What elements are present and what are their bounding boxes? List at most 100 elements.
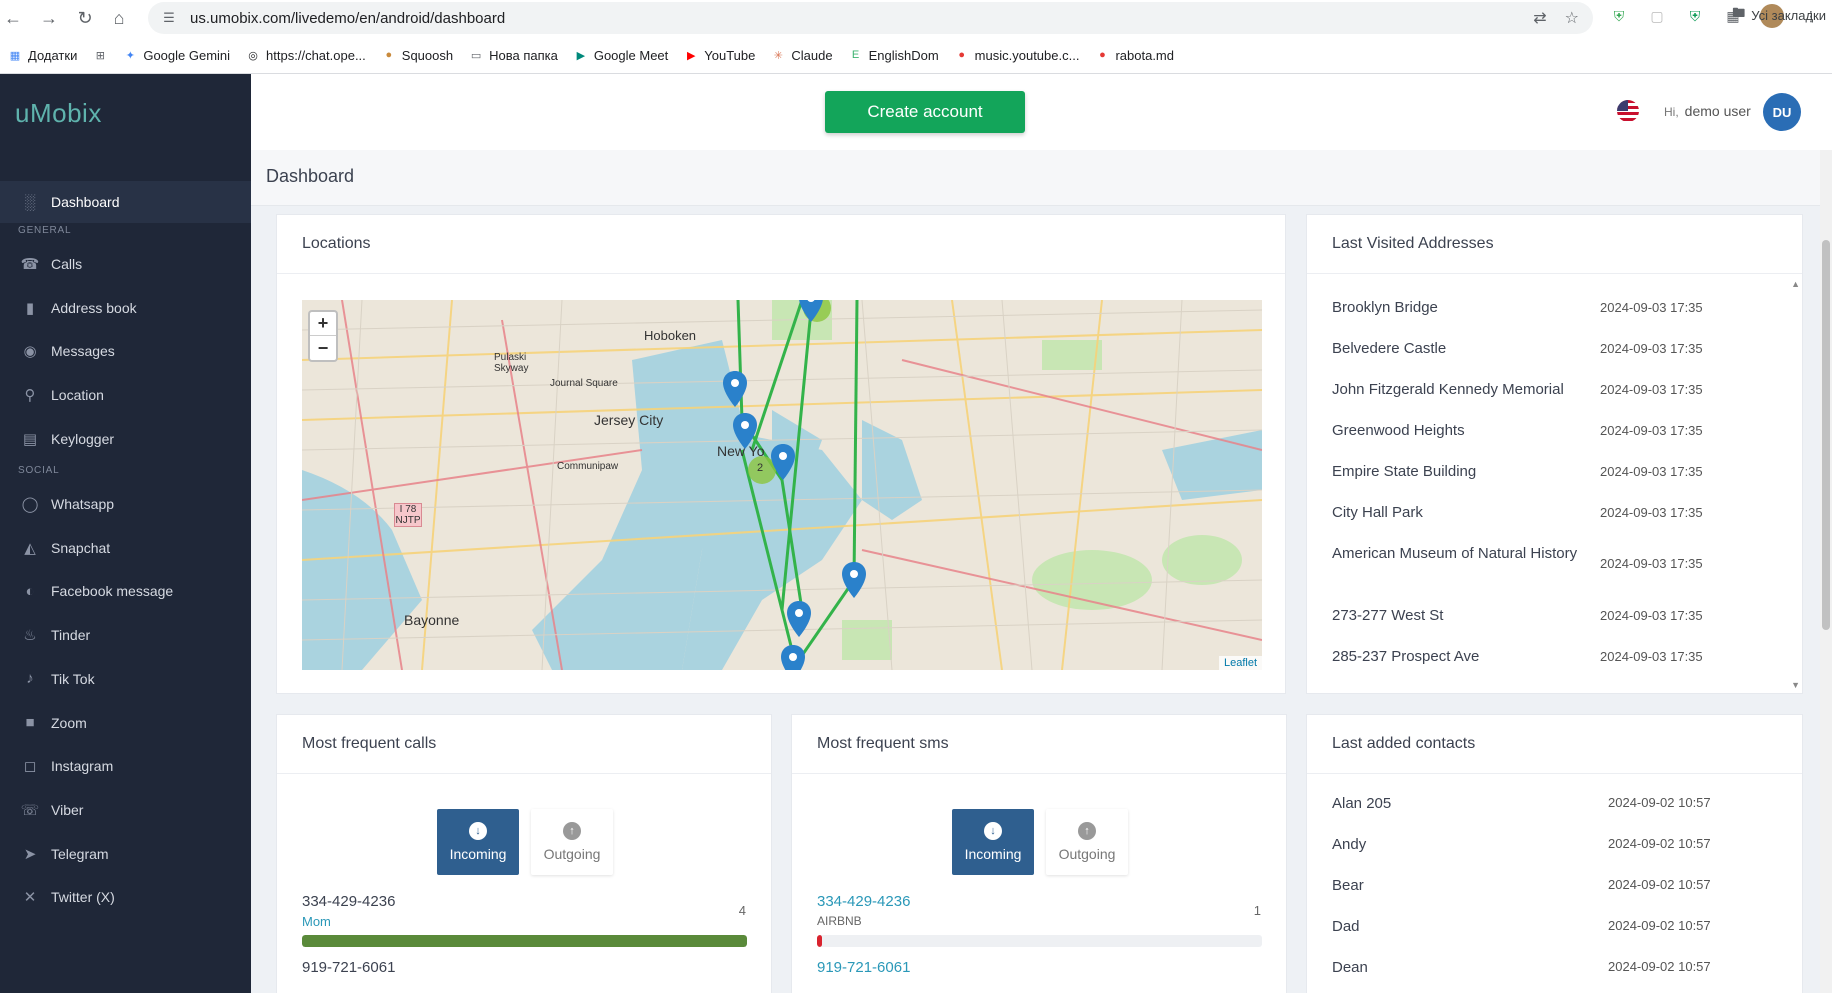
translate-icon[interactable]: ⇄ [1533,8,1546,28]
vpn-extension-icon[interactable]: ⛨ [1684,5,1706,27]
map-marker-icon[interactable] [799,300,823,322]
sidebar-item-dashboard[interactable]: ░ Dashboard [0,181,251,223]
sidebar-item-telegram[interactable]: ➤ Telegram [0,836,251,872]
address-name: American Museum of Natural History [1332,545,1578,562]
sms-number[interactable]: 919-721-6061 [817,959,910,976]
bookmark-item[interactable]: ● Squoosh [374,48,461,63]
sidebar-item-twitter-x[interactable]: ✕ Twitter (X) [0,879,251,915]
address-time: 2024-09-03 17:35 [1600,382,1703,397]
sidebar-section-title: GENERAL [18,225,72,236]
tab-label: Outgoing [1058,846,1116,862]
calls-outgoing-tab[interactable]: ↑ Outgoing [531,809,613,875]
contact-name: Andy [1332,836,1367,853]
forward-arrow-icon[interactable]: → [36,5,62,31]
sms-incoming-tab[interactable]: ↓ Incoming [952,809,1034,875]
sidebar-item-label: Messages [51,343,115,360]
sidebar-item-instagram[interactable]: ◻ Instagram [0,748,251,784]
scroll-up-icon[interactable]: ▲ [1791,279,1800,289]
sidebar-item-keylogger[interactable]: ▤ Keylogger [0,421,251,457]
sidebar-item-label: Facebook message [51,583,174,600]
sidebar-item-messages[interactable]: ◉ Messages [0,333,251,369]
address-bar[interactable]: ☰ us.umobix.com/livedemo/en/android/dash… [148,2,1593,34]
create-account-button[interactable]: Create account [825,91,1025,133]
sidebar-item-zoom[interactable]: ■ Zoom [0,705,251,741]
sidebar-item-label: Tinder [51,627,91,644]
back-arrow-icon[interactable]: ← [0,5,26,31]
address-name: City Hall Park [1332,504,1423,521]
apps-grid-icon: ▦ [9,49,21,62]
bookmark-item[interactable]: ▦ Додатки [0,48,85,63]
map-marker-icon[interactable] [781,645,805,670]
scrollbar-thumb[interactable] [1822,240,1830,630]
user-avatar[interactable]: DU [1763,93,1801,131]
map-marker-icon[interactable] [771,444,795,480]
address-row: City Hall Park 2024-09-03 17:35 [1332,502,1812,523]
top-bar: Create account Hi, demo user DU [251,74,1832,150]
sidebar: uMobix ░ Dashboard GENERAL ☎ Calls ▮ Address… [0,74,251,993]
zoom-out-button[interactable]: − [310,336,336,360]
bookmark-star-icon[interactable]: ☆ [1565,8,1579,28]
us-flag-icon[interactable] [1617,100,1639,122]
scroll-down-icon[interactable]: ▼ [1791,680,1800,690]
map-cluster-count[interactable]: 2 [757,462,763,474]
bookmark-item[interactable]: ● rabota.md [1087,48,1182,63]
bookmark-item[interactable]: ▭ Нова папка [461,48,566,63]
bookmark-item[interactable]: ● music.youtube.c... [947,48,1088,63]
bookmark-item[interactable]: ◎ https://chat.ope... [238,48,374,63]
main-content: Create account Hi, demo user DU Dashboard… [251,74,1832,993]
bookmark-item[interactable]: ✦ Google Gemini [115,48,238,63]
sidebar-item-viber[interactable]: ☏ Viber [0,792,251,828]
bookmark-item[interactable]: ✳ Claude [763,48,840,63]
tinder-flame-icon: ♨ [23,627,37,645]
bookmark-item[interactable]: E EnglishDom [841,48,947,63]
sms-number[interactable]: 334-429-4236 [817,893,910,910]
call-frequency-bar [302,935,747,947]
contact-time: 2024-09-02 10:57 [1608,959,1711,974]
home-icon[interactable]: ⌂ [106,5,132,31]
last-contacts-title: Last added contacts [1332,735,1476,752]
page-header [251,150,1832,206]
call-contact-name[interactable]: Mom [302,914,331,929]
sidebar-item-tik-tok[interactable]: ♪ Tik Tok [0,661,251,697]
locations-map[interactable]: 2 Hoboken Jersey City New Yo Bayonne Pul… [302,300,1262,670]
sms-outgoing-tab[interactable]: ↑ Outgoing [1046,809,1128,875]
leaflet-attribution[interactable]: Leaflet [1218,656,1262,670]
viber-icon: ☏ [20,801,40,819]
tab-label: Incoming [964,846,1022,862]
map-marker-icon[interactable] [787,601,811,637]
sidebar-item-tinder[interactable]: ♨ Tinder [0,617,251,653]
shield-extension-icon[interactable]: ⛨ [1608,5,1630,27]
zoom-in-button[interactable]: + [310,312,336,336]
englishdom-icon: E [851,49,860,61]
sidebar-item-snapchat[interactable]: ◭ Snapchat [0,530,251,566]
address-time: 2024-09-03 17:35 [1600,556,1703,571]
address-time: 2024-09-03 17:35 [1600,341,1703,356]
bookmark-item[interactable]: ▶ Google Meet [566,48,676,63]
page-scrollbar[interactable] [1820,150,1832,993]
instagram-icon: ◻ [23,758,37,776]
umobix-logo[interactable]: uMobix [15,98,102,129]
telegram-icon: ➤ [23,845,37,863]
bookmark-label: music.youtube.c... [974,47,1080,63]
map-label: Bayonne [404,612,460,628]
keyboard-icon: ▤ [22,430,38,448]
sidebar-item-calls[interactable]: ☎ Calls [0,246,251,282]
site-info-icon[interactable]: ☰ [160,9,178,27]
bookmark-item[interactable]: ▶ YouTube [676,48,763,63]
calls-incoming-tab[interactable]: ↓ Incoming [437,809,519,875]
reload-icon[interactable]: ↻ [72,5,98,31]
outgoing-arrow-icon: ↑ [1078,822,1096,840]
address-name: John Fitzgerald Kennedy Memorial [1332,381,1564,398]
sidebar-item-facebook-message[interactable]: ◐ Facebook message [0,573,251,609]
map-marker-icon[interactable] [842,562,866,598]
bookmark-item[interactable]: ⊞ [85,48,115,62]
divider [277,273,1285,274]
sidebar-item-location[interactable]: ⚲ Location [0,377,251,413]
all-bookmarks[interactable]: 🖿 Усі закладки [1732,0,1826,30]
chatgpt-icon: ◎ [248,49,258,62]
address-row: Empire State Building 2024-09-03 17:35 [1332,461,1812,482]
map-marker-icon[interactable] [723,371,747,407]
sidebar-item-whatsapp[interactable]: ◯ Whatsapp [0,486,251,522]
extension-placeholder-icon[interactable]: ▢ [1646,5,1668,27]
sidebar-item-address-book[interactable]: ▮ Address book [0,290,251,326]
